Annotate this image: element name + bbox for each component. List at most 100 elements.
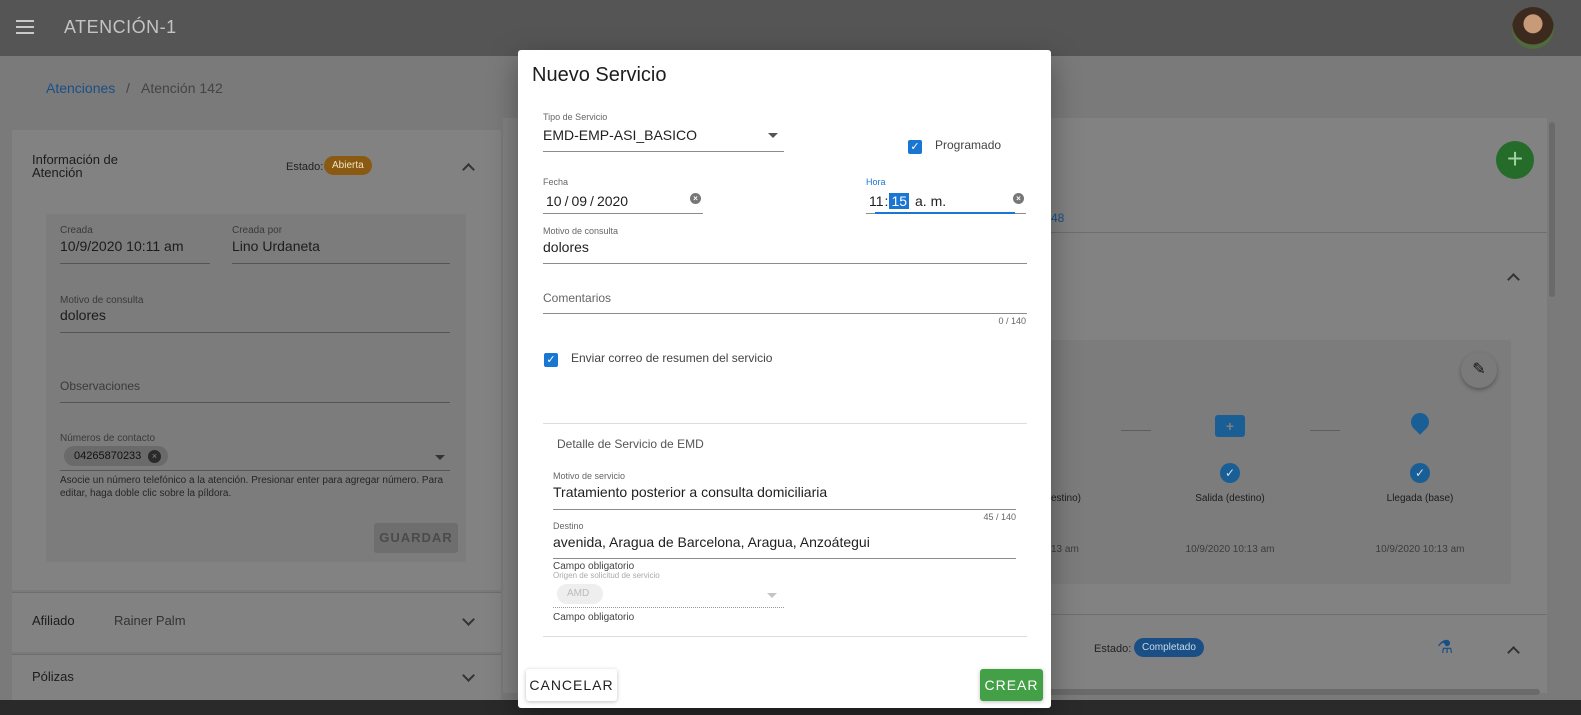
app-bar [0,0,1581,56]
estado-label: Estado: [286,161,324,173]
afiliado-panel[interactable] [12,592,501,652]
time-separator: : [884,193,889,209]
hora-hour[interactable]: 11 [869,193,884,209]
vertical-scrollbar[interactable] [1549,122,1555,297]
comentarios-input[interactable]: Comentarios [543,291,611,305]
avatar[interactable] [1512,7,1554,49]
breadcrumb-root[interactable]: Atenciones [46,80,115,96]
field-underline [553,558,1016,559]
afiliado-value: Rainer Palm [114,613,186,628]
fecha-month[interactable]: 09 [571,193,587,209]
dialog-title: Nuevo Servicio [532,64,667,86]
check-circle-icon: ✓ [1410,463,1430,483]
status-badge: Completado [1134,638,1204,657]
field-underline [543,213,703,214]
observaciones-input[interactable]: Observaciones [60,379,140,393]
field-underline [553,607,784,608]
info-panel-title: Información de Atención [32,152,118,180]
step-label: Llegada (base) [1386,493,1454,504]
step-date: 13 am [1051,544,1079,555]
estado-label: Estado: [1094,643,1132,655]
step-connector [1310,430,1340,431]
guardar-button[interactable]: GUARDAR [374,523,458,553]
clear-icon[interactable]: × [690,193,701,204]
field-underline [553,509,1016,510]
date-separator: / [564,193,569,209]
motivo-servicio-label: Motivo de servicio [553,471,626,481]
programado-label: Programado [935,138,1002,152]
motivo-consulta-input[interactable]: dolores [543,239,589,255]
divider [60,332,450,333]
status-badge: Abierta [324,156,372,175]
divider [1051,232,1547,233]
step-date: 10/9/2020 10:13 am [1185,544,1275,555]
fecha-day[interactable]: 10 [546,193,562,209]
contactos-label: Números de contacto [60,433,156,444]
origen-chip: AMD [557,584,603,604]
create-button[interactable]: CREAR [980,669,1043,701]
motivo-servicio-input[interactable]: Tratamiento posterior a consulta domicil… [553,484,827,500]
step-date: 10/9/2020 10:13 am [1375,544,1465,555]
creada-por-label: Creada por [232,225,283,236]
fecha-input[interactable]: 10/09/2020 [546,193,628,209]
contact-chip-label: 04265870233 [74,450,142,462]
motivo-label: Motivo de consulta [60,295,144,306]
field-focus-underline [875,212,1015,214]
enviar-correo-label: Enviar correo de resumen del servicio [571,351,773,365]
dropdown-icon[interactable] [768,133,778,138]
motivo-servicio-counter: 45 / 140 [983,512,1016,522]
fecha-year[interactable]: 2020 [597,193,628,209]
clear-icon[interactable]: × [1013,193,1024,204]
dropdown-icon [767,593,777,598]
afiliado-label: Afiliado [32,613,75,628]
divider [60,402,450,403]
chip-remove-icon[interactable]: × [148,450,161,463]
divider [60,263,210,264]
detalle-title: Detalle de Servicio de EMD [557,437,704,451]
breadcrumb-current: Atención 142 [141,80,223,96]
divider [232,263,450,264]
step-label: estino) [1051,493,1082,504]
enviar-correo-checkbox[interactable]: ✓ [544,353,558,367]
motivo-consulta-label: Motivo de consulta [543,226,619,236]
flask-icon[interactable]: ⚗ [1437,637,1453,658]
divider [1051,614,1547,615]
origen-label: Origen de solicitud de servicio [553,571,660,580]
field-underline [543,151,784,152]
field-underline [543,313,1027,314]
service-link[interactable]: 48 [1051,211,1064,225]
hora-label: Hora [866,177,886,187]
destino-label: Destino [553,521,584,531]
edit-icon[interactable]: ✎ [1461,352,1497,388]
horizontal-scrollbar[interactable] [1040,689,1540,695]
creada-label: Creada [60,225,93,236]
creada-por-value: Lino Urdaneta [232,238,320,254]
comentarios-counter: 0 / 140 [998,316,1026,326]
divider [543,423,1027,424]
step-connector [1121,430,1151,431]
polizas-label: Pólizas [32,669,74,684]
divider [543,636,1027,637]
add-service-icon[interactable]: + [1496,141,1534,179]
creada-value: 10/9/2020 10:11 am [60,238,184,254]
date-separator: / [590,193,594,209]
new-service-dialog: Nuevo Servicio Tipo de Servicio EMD-EMP-… [518,50,1051,708]
step-label: Salida (destino) [1195,493,1265,504]
divider [60,470,450,471]
hora-minute[interactable]: 15 [889,193,910,209]
fecha-label: Fecha [543,177,569,187]
dropdown-icon[interactable] [435,455,445,460]
tipo-servicio-select[interactable]: EMD-EMP-ASI_BASICO [543,127,697,143]
hora-ampm[interactable]: a. m. [915,193,946,209]
menu-icon[interactable] [16,20,34,34]
hora-input[interactable]: 11: 15 a. m. [869,193,946,209]
contact-hint: Asocie un número telefónico a la atenció… [60,475,444,499]
polizas-panel[interactable] [12,654,501,704]
origen-hint: Campo obligatorio [553,612,635,623]
programado-checkbox[interactable]: ✓ [908,140,922,154]
ambulance-icon: + [1215,415,1245,437]
motivo-value: dolores [60,307,106,323]
field-underline [543,263,1027,264]
cancel-button[interactable]: CANCELAR [526,669,617,701]
destino-input[interactable]: avenida, Aragua de Barcelona, Aragua, An… [553,534,870,550]
